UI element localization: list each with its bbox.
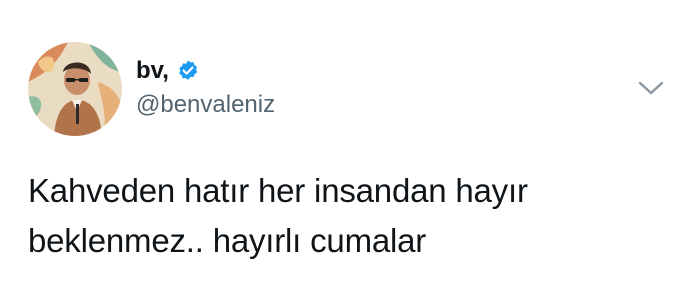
tweet-text: Kahveden hatır her insandan hayır beklen… — [28, 166, 668, 266]
chevron-down-icon[interactable] — [636, 76, 666, 100]
tweet-text-line: Kahveden hatır her insandan hayır — [28, 172, 528, 209]
tweet-text-line: beklenmez.. hayırlı cumalar — [28, 222, 427, 259]
verified-badge-icon — [176, 59, 200, 83]
display-name[interactable]: bv, — [136, 56, 169, 86]
author-name-row[interactable]: bv, — [136, 56, 200, 86]
tweet-card: bv, @benvaleniz Kahveden hatır her insan… — [0, 0, 690, 304]
author-handle[interactable]: @benvaleniz — [136, 90, 275, 120]
avatar-image — [28, 42, 122, 136]
avatar[interactable] — [28, 42, 122, 136]
